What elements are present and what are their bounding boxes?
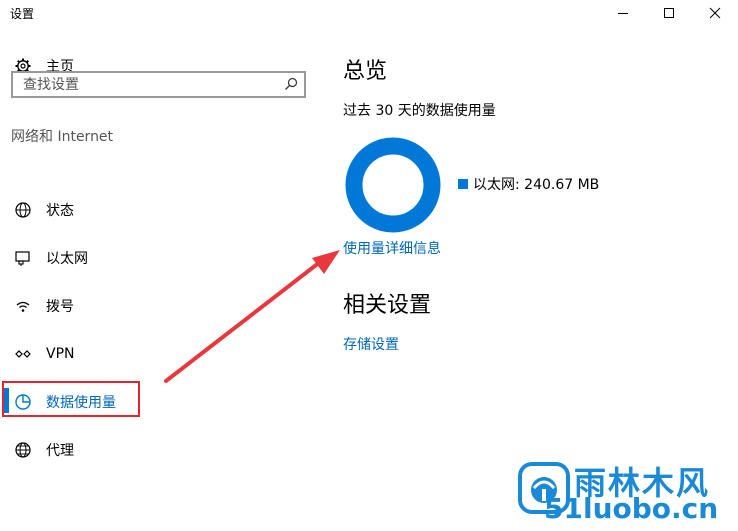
watermark: 雨林木风 51luobo.cn: [518, 458, 730, 525]
watermark-domain-text: 51luobo.cn: [544, 492, 719, 525]
annotation-arrow: [164, 250, 340, 383]
